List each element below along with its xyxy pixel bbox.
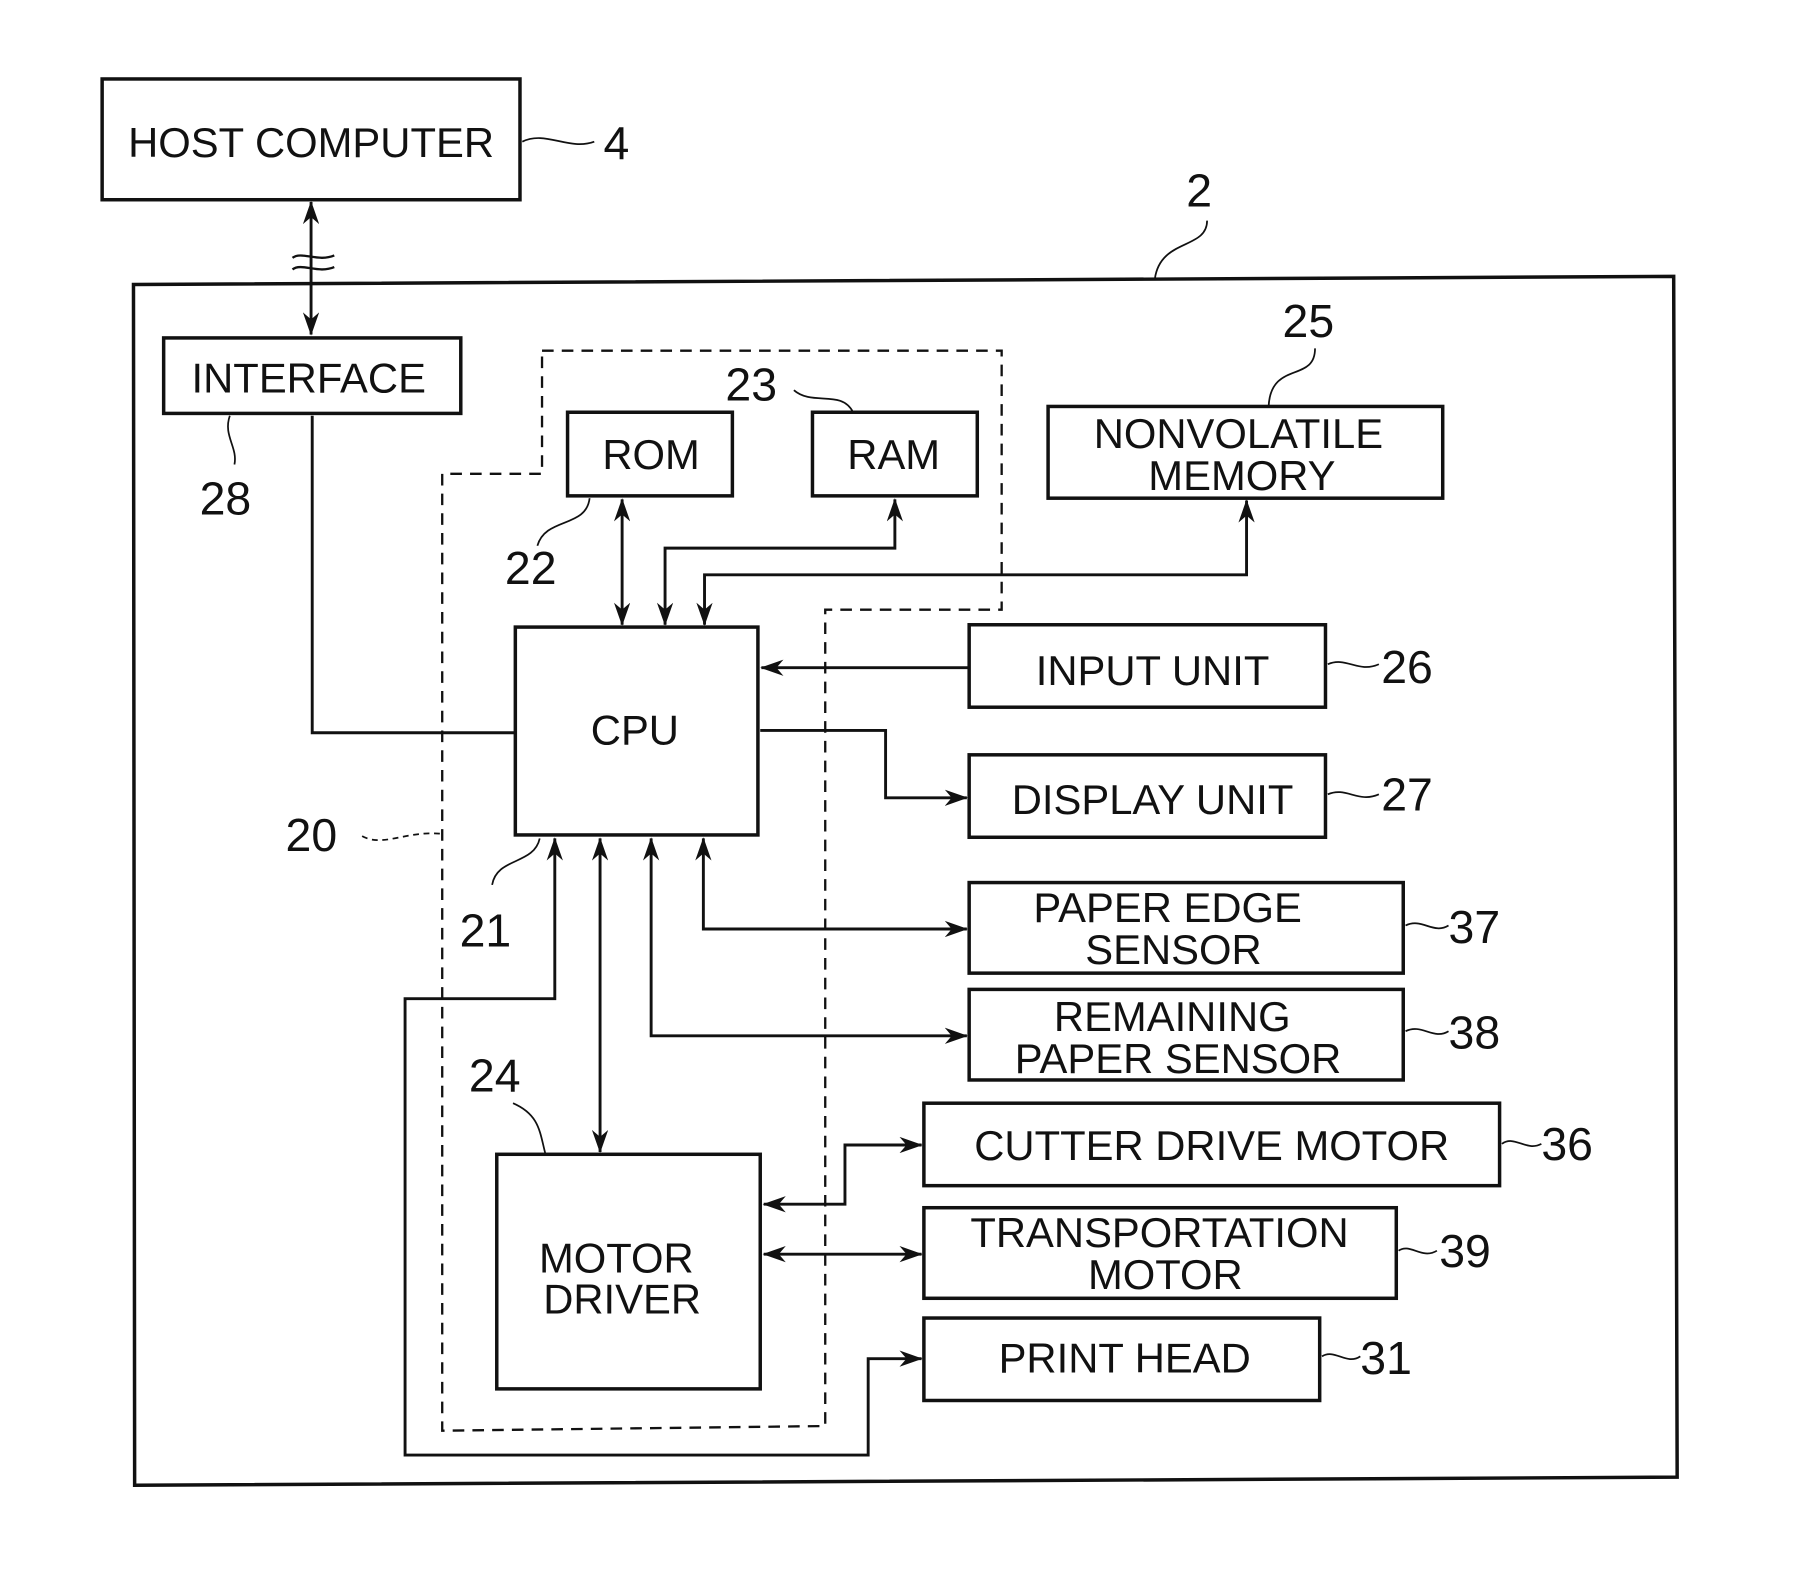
paper-edge-sensor-label-line1: PAPER EDGE [1033, 884, 1301, 931]
print-head-ref-leader [1321, 1353, 1361, 1361]
nvm-ref: 25 [1283, 295, 1335, 347]
host-ref: 4 [604, 117, 630, 169]
paper-edge-ref: 37 [1449, 901, 1501, 953]
cpu-ref-leader [491, 838, 541, 886]
host-computer-label: HOST COMPUTER [128, 119, 494, 166]
interface-label: INTERFACE [192, 354, 426, 401]
cpu-ref: 21 [460, 904, 512, 956]
interface-cpu-link [310, 415, 516, 735]
rom-ref-leader [536, 498, 591, 547]
paper-edge-ref-leader [1405, 922, 1449, 930]
nonvolatile-memory-label-line2: MEMORY [1148, 452, 1335, 499]
print-head-label: PRINT HEAD [999, 1335, 1251, 1382]
printer-block-diagram: 2 20 HOST COMPUTER 4 INTERFACE 28 ROM 22… [100, 77, 1679, 1488]
nonvolatile-memory-block: NONVOLATILE MEMORY [1046, 404, 1445, 500]
motor-driver-ref-leader [512, 1102, 547, 1155]
input-unit-block: INPUT UNIT [967, 623, 1328, 709]
paper-edge-sensor-block: PAPER EDGE SENSOR [967, 880, 1405, 975]
transport-ref-leader [1398, 1247, 1438, 1255]
remaining-paper-sensor-label-line2: PAPER SENSOR [1015, 1035, 1342, 1082]
host-computer-block: HOST COMPUTER [100, 77, 522, 202]
remaining-paper-sensor-block: REMAINING PAPER SENSOR [967, 987, 1405, 1082]
rom-block: ROM [565, 410, 735, 498]
nonvolatile-memory-label-line1: NONVOLATILE [1094, 410, 1383, 457]
transport-ref: 39 [1439, 1225, 1491, 1277]
transportation-motor-label-line2: MOTOR [1088, 1251, 1243, 1298]
display-unit-label: DISPLAY UNIT [1012, 776, 1294, 823]
ram-ref-leader [793, 389, 854, 413]
cpu-remaining-paper-link [643, 837, 968, 1044]
remaining-ref: 38 [1449, 1007, 1501, 1059]
ram-cpu-link [656, 498, 903, 626]
display-ref: 27 [1381, 769, 1433, 821]
printer-ref: 2 [1186, 165, 1212, 217]
nvm-cpu-link [696, 499, 1255, 626]
cutter-ref: 36 [1541, 1118, 1593, 1170]
ram-ref: 23 [725, 359, 777, 411]
driver-cutter-link [762, 1136, 923, 1213]
cpu-block: CPU [513, 625, 760, 837]
input-unit-label: INPUT UNIT [1036, 647, 1270, 694]
print-head-ref: 31 [1360, 1332, 1412, 1384]
transportation-motor-label-line1: TRANSPORTATION [970, 1209, 1348, 1256]
interface-block: INTERFACE [161, 336, 463, 416]
interface-ref: 28 [200, 472, 252, 524]
ram-label: RAM [847, 431, 940, 478]
interface-ref-leader [227, 415, 236, 465]
controller-ref: 20 [286, 809, 338, 861]
nvm-ref-leader [1267, 348, 1316, 407]
motor-driver-ref: 24 [469, 1050, 521, 1102]
input-ref: 26 [1381, 641, 1433, 693]
cpu-display-link [760, 728, 968, 806]
host-ref-leader [521, 137, 595, 145]
link-break-icon [291, 254, 335, 271]
rom-ref: 22 [505, 542, 557, 594]
motor-driver-block: MOTOR DRIVER [495, 1152, 762, 1391]
rom-label: ROM [602, 431, 699, 478]
display-unit-block: DISPLAY UNIT [967, 753, 1328, 840]
print-head-block: PRINT HEAD [922, 1316, 1322, 1403]
cpu-label: CPU [591, 706, 679, 753]
remaining-paper-sensor-label-line1: REMAINING [1054, 993, 1291, 1040]
cutter-drive-motor-label: CUTTER DRIVE MOTOR [974, 1122, 1449, 1169]
motor-driver-label-line2: DRIVER [543, 1275, 701, 1322]
display-ref-leader [1327, 791, 1380, 798]
cutter-ref-leader [1501, 1140, 1542, 1147]
ram-block: RAM [810, 410, 980, 498]
printer-ref-leader [1154, 220, 1208, 279]
paper-edge-sensor-label-line2: SENSOR [1085, 926, 1261, 973]
cutter-drive-motor-block: CUTTER DRIVE MOTOR [922, 1101, 1502, 1188]
controller-ref-leader [361, 832, 442, 841]
transportation-motor-block: TRANSPORTATION MOTOR [922, 1205, 1399, 1301]
cpu-paper-edge-link [695, 837, 968, 938]
remaining-ref-leader [1405, 1028, 1449, 1035]
input-ref-leader [1327, 661, 1380, 668]
